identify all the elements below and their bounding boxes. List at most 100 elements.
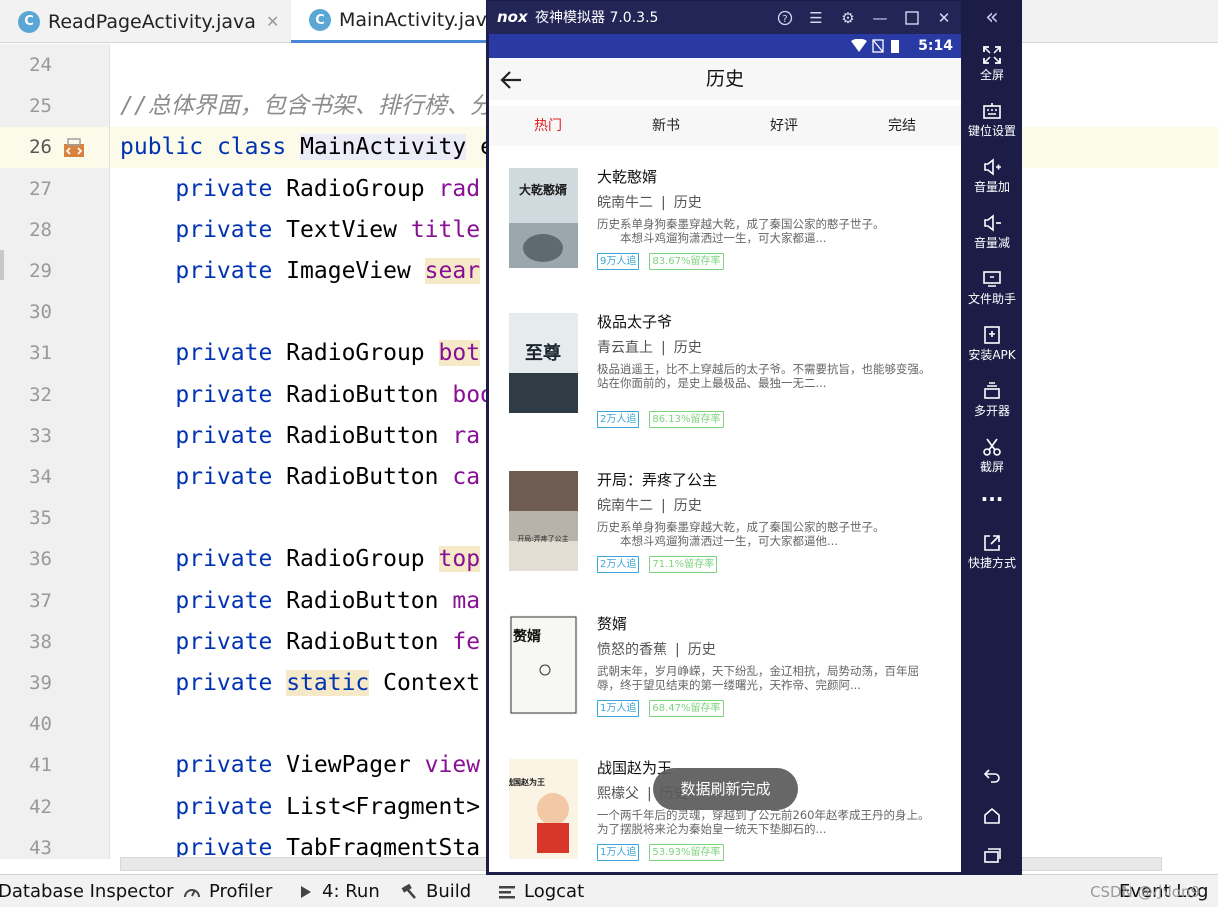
cover-text: 战国赵为王 (509, 777, 545, 787)
book-description: 武朝末年，岁月峥嵘，天下纷乱，金辽相抗，局势动荡，百年屈辱，终于望见结束的第一缕… (597, 664, 937, 692)
book-title: 开局：弄疼了公主 (597, 471, 718, 489)
line-number[interactable]: 26 (0, 127, 109, 169)
tab-top-rated[interactable]: 好评 (725, 106, 843, 146)
implements-icon[interactable] (62, 138, 86, 158)
run-button[interactable]: 4: Run (300, 875, 380, 907)
tab-new[interactable]: 新书 (607, 106, 725, 146)
retention-badge: 83.67%留存率 (649, 253, 724, 270)
code-token: RadioGroup (272, 175, 439, 202)
close-icon[interactable]: ✕ (266, 12, 279, 31)
back-nav-button[interactable] (961, 765, 1021, 785)
line-number-gutter[interactable]: 24 25 26 27 28 29 30 31 32 33 34 35 36 37 38 39 40 41 42 43 (0, 44, 110, 859)
menu-icon[interactable]: ☰ (805, 7, 827, 29)
line-number[interactable]: 35 (0, 498, 109, 539)
more-icon[interactable]: ··· (961, 489, 1021, 509)
collapse-sidebar-icon[interactable]: « (961, 5, 1021, 31)
tool-label: 4: Run (322, 881, 380, 902)
keymap-button[interactable]: 键位设置 (961, 101, 1021, 139)
volume-down-button[interactable]: 音量减 (961, 213, 1021, 251)
line-number[interactable]: 39 (0, 663, 109, 704)
line-number[interactable]: 40 (0, 704, 109, 745)
book-author: 愤怒的香蕉 (597, 642, 667, 658)
line-number[interactable]: 34 (0, 457, 109, 498)
build-button[interactable]: Build (400, 875, 471, 907)
line-number[interactable]: 29 (0, 251, 109, 292)
code-token: rad (438, 175, 481, 202)
page-title: 历史 (705, 68, 744, 90)
file-helper-button[interactable]: 文件助手 (961, 269, 1021, 307)
book-item[interactable]: 至尊 极品太子爷 青云直上 | 历史 极品逍遥王，比不上穿越后的太子爷。不需要抗旨，… (489, 291, 961, 436)
screenshot-button[interactable]: 截屏 (961, 437, 1021, 475)
recents-nav-button[interactable] (961, 845, 1021, 865)
line-number[interactable]: 43 (0, 828, 109, 859)
line-number[interactable]: 42 (0, 787, 109, 828)
book-meta: 愤怒的香蕉 | 历史 (597, 642, 716, 658)
minimize-icon[interactable]: — (869, 7, 891, 29)
tab-readpageactivity[interactable]: C ReadPageActivity.java ✕ (0, 0, 290, 43)
book-description: 历史系单身狗秦墨穿越大乾，成了秦国公家的憨子世子。 本想斗鸡遛狗潇洒过一生，可大… (597, 217, 937, 245)
database-inspector-button[interactable]: Database Inspector (0, 875, 174, 907)
line-number[interactable]: 31 (0, 333, 109, 374)
maximize-icon[interactable] (901, 7, 923, 29)
book-tags: 1万人追 53.93%留存率 (597, 844, 724, 861)
desc-line: 本想斗鸡遛狗潇洒过一生，可大家都逼他... (597, 534, 838, 548)
book-item[interactable]: 赘婿 赘婿 愤怒的香蕉 | 历史 武朝末年，岁月峥嵘，天下纷乱，金辽相抗，局势动荡，… (489, 593, 961, 738)
code-token: private (175, 587, 273, 614)
line-number-text: 24 (29, 54, 52, 76)
volume-up-icon (984, 158, 1001, 176)
multi-instance-button[interactable]: 多开器 (961, 381, 1021, 419)
line-number[interactable]: 36 (0, 539, 109, 580)
volume-up-button[interactable]: 音量加 (961, 157, 1021, 195)
close-icon[interactable]: ✕ (933, 7, 955, 29)
line-number[interactable]: 24 (0, 45, 109, 86)
tab-completed[interactable]: 完结 (843, 106, 961, 146)
line-number[interactable]: 25 (0, 86, 109, 127)
line-number[interactable]: 30 (0, 292, 109, 333)
logcat-button[interactable]: Logcat (499, 875, 584, 907)
code-token: //总体界面，包含书架、排行榜、分类 (120, 93, 516, 120)
profiler-button[interactable]: Profiler (183, 875, 272, 907)
emulator-title-bar[interactable]: nox 夜神模拟器 7.0.3.5 ? ☰ ⚙ — ✕ (487, 1, 961, 34)
book-item[interactable]: 大乾憨婿 大乾憨婿 皖南牛二 | 历史 历史系单身狗秦墨穿越大乾，成了秦国公家的憨子… (489, 146, 961, 291)
nox-logo: nox (497, 8, 529, 26)
line-number[interactable]: 28 (0, 210, 109, 251)
tab-mainactivity[interactable]: C MainActivity.java (291, 0, 491, 43)
line-number[interactable]: 37 (0, 581, 109, 622)
side-label: 安装APK (968, 348, 1016, 362)
line-number[interactable]: 38 (0, 622, 109, 663)
code-token: RadioGroup (272, 340, 439, 367)
line-number-text: 43 (29, 836, 52, 859)
fullscreen-button[interactable]: 全屏 (961, 45, 1021, 83)
keyboard-icon (983, 103, 1001, 119)
line-number[interactable]: 33 (0, 416, 109, 457)
line-number-text: 32 (29, 383, 52, 406)
book-list[interactable]: 大乾憨婿 大乾憨婿 皖南牛二 | 历史 历史系单身狗秦墨穿越大乾，成了秦国公家的憨子… (489, 146, 961, 872)
line-number-text: 36 (29, 548, 52, 571)
desc-line: 历史系单身狗秦墨穿越大乾，成了秦国公家的憨子世子。 (597, 520, 885, 534)
toast-message: 数据刷新完成 (653, 768, 798, 810)
gear-icon[interactable]: ⚙ (837, 7, 859, 29)
shortcut-button[interactable]: 快捷方式 (961, 533, 1021, 571)
book-item[interactable]: 开局:弄疼了公主 开局：弄疼了公主 皖南牛二 | 历史 历史系单身狗秦墨穿越大乾，成… (489, 449, 961, 594)
book-category: 历史 (673, 340, 702, 356)
line-number[interactable]: 32 (0, 375, 109, 416)
line-number[interactable]: 27 (0, 169, 109, 210)
line-number[interactable]: 41 (0, 745, 109, 786)
desc-line: 站在你面前的，是史上最极品、最独一无二... (597, 376, 827, 390)
screen: C ReadPageActivity.java ✕ C MainActivity… (0, 0, 1218, 907)
book-meta: 皖南牛二 | 历史 (597, 195, 702, 211)
tab-hot[interactable]: 热门 (489, 106, 607, 146)
tool-label: Database Inspector (0, 881, 174, 902)
help-icon[interactable]: ? (774, 7, 796, 29)
code-token: ImageView (272, 258, 425, 284)
code-token: private (175, 381, 273, 408)
emulator-title: 夜神模拟器 7.0.3.5 (535, 10, 659, 26)
back-arrow-icon[interactable] (497, 66, 525, 94)
side-label: 截屏 (979, 460, 1004, 474)
install-apk-button[interactable]: 安装APK (961, 325, 1021, 363)
wifi-icon (851, 39, 867, 52)
home-nav-button[interactable] (961, 806, 1021, 826)
side-label: 音量加 (973, 180, 1010, 194)
